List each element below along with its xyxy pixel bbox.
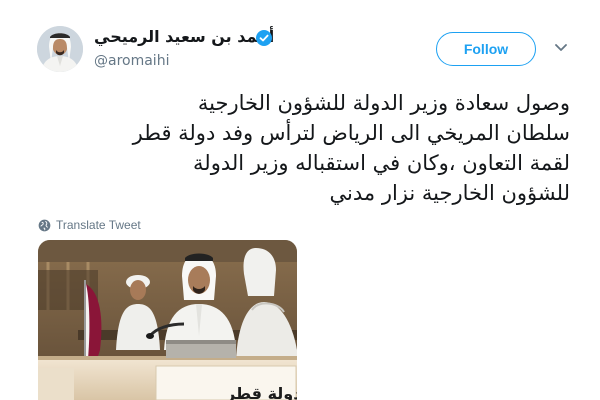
tweet-text-line: للشؤون الخارجية نزار مدني <box>329 181 570 205</box>
author-avatar[interactable] <box>37 26 83 72</box>
summit-photo <box>38 240 297 400</box>
profile-photo-icon <box>37 26 83 72</box>
checkmark-icon <box>259 34 269 42</box>
chevron-down-icon <box>555 44 567 51</box>
translate-tweet-label: Translate Tweet <box>56 218 141 232</box>
tweet-header: أحمد بن سعيد الرميحي @aromaihi Follow <box>0 0 600 92</box>
globe-icon <box>38 219 51 231</box>
translate-tweet-link[interactable]: Translate Tweet <box>38 216 141 234</box>
author-handle[interactable]: @aromaihi <box>94 53 169 69</box>
author-name[interactable]: أحمد بن سعيد الرميحي <box>94 27 274 46</box>
nameplate-text: دولة قطر <box>226 384 297 400</box>
more-options-button[interactable] <box>553 40 569 56</box>
tweet-media-image[interactable]: دولة قطر <box>38 240 297 400</box>
tweet-text-line: سلطان المريخي الى الرياض لترأس وفد دولة … <box>132 121 570 145</box>
tweet-text: وصول سعادة وزير الدولة للشؤون الخارجية س… <box>40 88 570 208</box>
tweet-text-line: لقمة التعاون ،وكان في استقباله وزير الدو… <box>193 151 570 175</box>
follow-button[interactable]: Follow <box>436 32 536 66</box>
verified-badge-icon <box>256 30 272 46</box>
tweet-text-line: وصول سعادة وزير الدولة للشؤون الخارجية <box>197 91 570 115</box>
